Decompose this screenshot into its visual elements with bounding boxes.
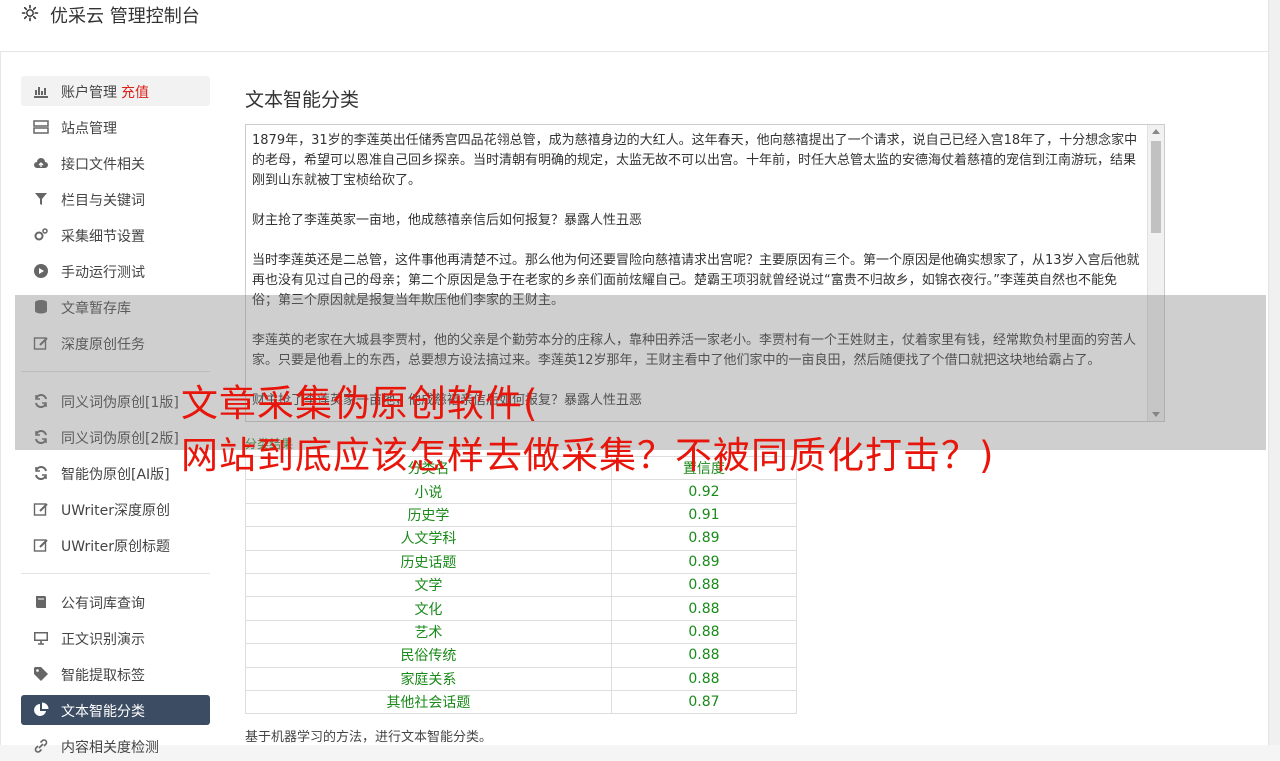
edit-icon: [33, 537, 49, 553]
table-row: 小说 0.92: [245, 479, 798, 504]
recharge-link[interactable]: 充值: [121, 85, 149, 101]
gear-icon[interactable]: [20, 3, 40, 23]
sidebar-item-label: 接口文件相关: [61, 157, 145, 173]
confidence-cell: 0.88: [610, 666, 798, 691]
footnote: 基于机器学习的方法，进行文本智能分类。: [245, 730, 493, 745]
filter-icon: [33, 191, 49, 207]
sidebar-item-label: 智能提取标签: [61, 668, 145, 684]
sidebar-item-account[interactable]: 账户管理 充值: [21, 76, 210, 106]
sidebar-item-uwriter-deep[interactable]: UWriter深度原创: [21, 494, 210, 524]
pie-chart-icon: [33, 702, 49, 718]
sidebar-item-label: UWriter深度原创: [61, 503, 170, 519]
sidebar-item-label: 栏目与关键词: [61, 193, 145, 209]
sidebar-item-label: 站点管理: [61, 121, 117, 137]
category-cell: 其他社会话题: [245, 689, 612, 715]
category-cell: 文学: [245, 572, 612, 598]
sidebar-divider: [21, 573, 210, 574]
sidebar-item-interface-files[interactable]: 接口文件相关: [21, 148, 210, 178]
sidebar-item-label: 智能伪原创[AI版]: [61, 467, 170, 483]
category-cell: 文化: [245, 596, 612, 621]
app-title: 优采云 管理控制台: [50, 6, 200, 27]
overlay-headline-line2: 网站到底应该怎样去做采集？不被同质化打击？): [181, 434, 995, 477]
sidebar-item-columns-keywords[interactable]: 栏目与关键词: [21, 184, 210, 214]
sidebar-item-tag-extract[interactable]: 智能提取标签: [21, 659, 210, 689]
cogs-icon: [33, 227, 49, 243]
category-cell: 历史话题: [245, 549, 612, 574]
sidebar-item-label: 采集细节设置: [61, 229, 145, 245]
overlay-headline-line1: 文章采集伪原创软件(: [181, 382, 539, 425]
server-icon: [33, 119, 49, 135]
sidebar-item-label: UWriter原创标题: [61, 539, 170, 555]
category-cell: 家庭关系: [245, 666, 612, 691]
play-circle-icon: [33, 263, 49, 279]
confidence-cell: 0.88: [610, 596, 798, 621]
sidebar-item-label: 账户管理: [61, 85, 117, 101]
tag-icon: [33, 666, 49, 682]
scrollbar-thumb[interactable]: [1151, 141, 1161, 233]
category-cell: 艺术: [245, 619, 612, 645]
sidebar-item-label: 公有词库查询: [61, 596, 145, 612]
table-row: 人文学科 0.89: [245, 526, 798, 551]
confidence-cell: 0.88: [610, 643, 798, 668]
confidence-cell: 0.91: [610, 502, 798, 528]
monitor-icon: [33, 630, 49, 646]
refresh-icon: [33, 465, 49, 481]
page-scrollbar[interactable]: [1268, 0, 1280, 745]
confidence-cell: 0.87: [610, 689, 798, 715]
confidence-cell: 0.89: [610, 526, 798, 551]
classification-table: 分类名 置信度 小说 0.92 历史学 0.91 人文学科 0.89 历史话题 0.89…: [245, 455, 798, 715]
table-row: 艺术 0.88: [245, 619, 798, 645]
sidebar-item-relevance-check[interactable]: 内容相关度检测: [21, 731, 210, 761]
table-row: 其他社会话题 0.87: [245, 689, 798, 715]
table-row: 文学 0.88: [245, 572, 798, 598]
table-row: 家庭关系 0.88: [245, 666, 798, 691]
page-title: 文本智能分类: [245, 89, 360, 111]
category-cell: 人文学科: [245, 526, 612, 551]
sidebar-item-collect-settings[interactable]: 采集细节设置: [21, 220, 210, 250]
table-row: 历史话题 0.89: [245, 549, 798, 574]
sidebar-item-text-recognition[interactable]: 正文识别演示: [21, 623, 210, 653]
sidebar-item-label: 手动运行测试: [61, 265, 145, 281]
cloud-upload-icon: [33, 155, 49, 171]
category-cell: 小说: [245, 479, 612, 504]
book-icon: [33, 594, 49, 610]
top-bar: 优采云 管理控制台: [0, 0, 1268, 52]
confidence-cell: 0.88: [610, 572, 798, 598]
confidence-cell: 0.89: [610, 549, 798, 574]
sidebar-item-sites[interactable]: 站点管理: [21, 112, 210, 142]
sidebar-item-manual-run[interactable]: 手动运行测试: [21, 256, 210, 286]
link-icon: [33, 738, 49, 754]
text-paragraph: 1879年，31岁的李莲英出任储秀宫四品花翎总管，成为慈禧身边的大红人。这年春天…: [252, 133, 1138, 188]
table-row: 文化 0.88: [245, 596, 798, 621]
table-row: 民俗传统 0.88: [245, 643, 798, 668]
scroll-up-arrow-icon[interactable]: [1152, 129, 1160, 134]
sidebar-item-public-lexicon[interactable]: 公有词库查询: [21, 587, 210, 617]
table-row: 历史学 0.91: [245, 502, 798, 528]
sidebar-item-label: 正文识别演示: [61, 632, 145, 648]
confidence-cell: 0.88: [610, 619, 798, 645]
sidebar-item-label: 文本智能分类: [61, 704, 145, 720]
category-cell: 民俗传统: [245, 643, 612, 668]
edit-icon: [33, 501, 49, 517]
confidence-cell: 0.92: [610, 479, 798, 504]
sidebar-item-uwriter-title[interactable]: UWriter原创标题: [21, 530, 210, 560]
text-paragraph: 财主抢了李莲英家一亩地，他成慈禧亲信后如何报复？暴露人性丑恶: [252, 213, 643, 228]
sidebar-item-text-classify[interactable]: 文本智能分类: [21, 695, 210, 725]
category-cell: 历史学: [245, 502, 612, 528]
sidebar-item-label: 内容相关度检测: [61, 740, 159, 756]
overlay-headline: 文章采集伪原创软件( 网站到底应该怎样去做采集？不被同质化打击？): [181, 378, 994, 482]
bar-chart-icon: [33, 83, 49, 99]
